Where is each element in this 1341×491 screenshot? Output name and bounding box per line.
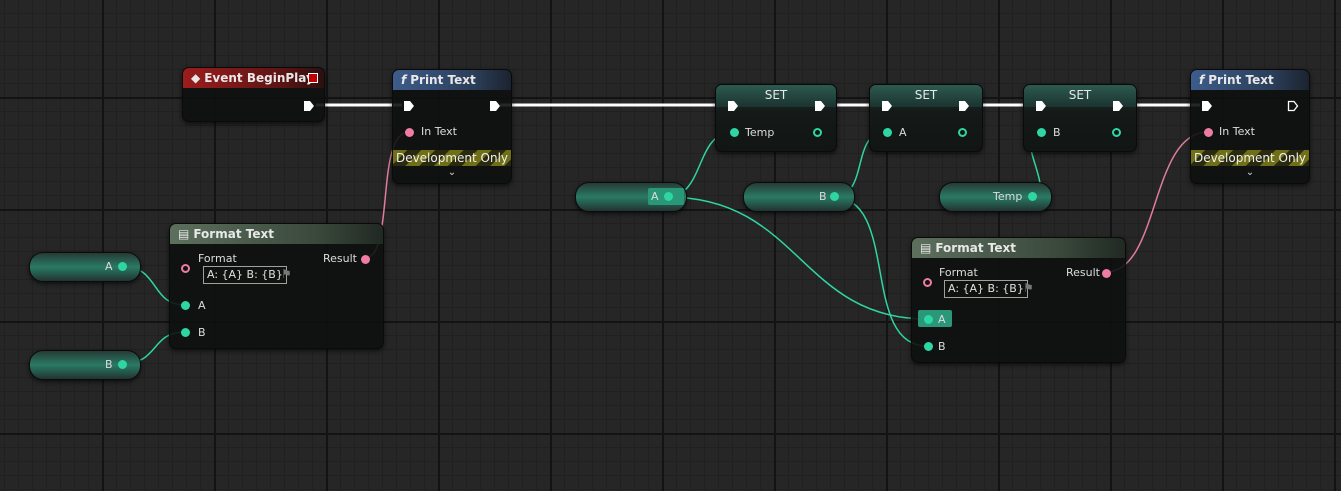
function-icon: f xyxy=(1199,73,1205,87)
temp-in-pin[interactable] xyxy=(730,128,739,137)
b-out-pin[interactable] xyxy=(1112,128,1121,137)
exec-out-pin[interactable] xyxy=(1112,100,1124,112)
b-pin[interactable] xyxy=(181,328,190,337)
get-b-node[interactable]: B xyxy=(29,350,141,380)
in-text-label: In Text xyxy=(421,125,457,138)
format-text-node-1[interactable]: ▤ Format Text Format A: {A} B: {B} ⚑ Resu… xyxy=(169,223,384,349)
format-label: Format xyxy=(198,252,237,265)
a-in-pin[interactable] xyxy=(883,128,892,137)
chevron-down-icon[interactable]: ⌄ xyxy=(1191,167,1309,178)
diamond-icon: ◆ xyxy=(191,71,201,85)
temp-label: Temp xyxy=(745,126,775,139)
result-label: Result xyxy=(1066,266,1100,279)
a-label: A xyxy=(198,299,206,312)
node-title: Print Text xyxy=(410,73,476,87)
in-text-label: In Text xyxy=(1219,125,1255,138)
var-label: A xyxy=(105,260,113,273)
node-title: Print Text xyxy=(1208,73,1274,87)
exec-out-pin[interactable] xyxy=(489,100,501,112)
a-label: A xyxy=(899,126,907,139)
development-only-strip: Development Only xyxy=(1191,150,1309,166)
a-out-pin[interactable] xyxy=(118,262,127,271)
flag-icon[interactable]: ⚑ xyxy=(281,267,292,281)
in-text-pin[interactable] xyxy=(1204,128,1213,137)
temp-out-pin[interactable] xyxy=(813,128,822,137)
b-label: B xyxy=(938,340,946,353)
var-label: B xyxy=(819,190,827,203)
a-pin[interactable] xyxy=(924,315,933,324)
b-label: B xyxy=(1053,126,1061,139)
get-a-node[interactable]: A xyxy=(29,252,141,282)
format-pin[interactable] xyxy=(923,278,932,287)
format-pin[interactable] xyxy=(181,264,190,273)
temp-out-pin[interactable] xyxy=(1028,192,1037,201)
table-icon: ▤ xyxy=(920,241,932,255)
result-label: Result xyxy=(323,252,357,265)
event-beginplay-node[interactable]: ◆ Event BeginPlay xyxy=(182,67,325,122)
set-temp-node[interactable]: SET Temp xyxy=(715,84,837,152)
exec-in-pin[interactable] xyxy=(727,100,739,112)
chevron-down-icon[interactable]: ⌄ xyxy=(393,167,511,178)
development-only-strip: Development Only xyxy=(393,150,511,166)
var-wire xyxy=(666,196,928,320)
b-label: B xyxy=(198,326,206,339)
format-input[interactable]: A: {A} B: {B} xyxy=(944,280,1028,298)
print-text-node-2[interactable]: f Print Text In Text Development Only ⌄ xyxy=(1190,69,1310,184)
exec-in-pin[interactable] xyxy=(403,100,415,112)
exec-out-pin[interactable] xyxy=(958,100,970,112)
get-b-node-mid[interactable]: B xyxy=(743,182,855,212)
var-label: Temp xyxy=(993,190,1023,203)
set-a-node[interactable]: SET A xyxy=(869,84,983,152)
b-out-pin[interactable] xyxy=(118,360,127,369)
exec-out-pin[interactable] xyxy=(814,100,826,112)
exec-in-pin[interactable] xyxy=(1035,100,1047,112)
node-title: Format Text xyxy=(193,227,274,241)
format-text-node-2[interactable]: ▤ Format Text Format A: {A} B: {B} ⚑ Resu… xyxy=(911,237,1126,363)
a-out-pin[interactable] xyxy=(664,192,673,201)
exec-in-pin[interactable] xyxy=(881,100,893,112)
in-text-pin[interactable] xyxy=(405,128,414,137)
get-temp-node[interactable]: Temp xyxy=(939,182,1052,212)
exec-out-pin[interactable] xyxy=(303,100,315,112)
format-input[interactable]: A: {A} B: {B} xyxy=(203,266,287,284)
print-text-node-1[interactable]: f Print Text In Text Development Only ⌄ xyxy=(392,69,512,184)
exec-out-pin[interactable] xyxy=(1287,100,1299,112)
exec-in-pin[interactable] xyxy=(1201,100,1213,112)
a-label: A xyxy=(938,313,946,326)
get-a-node-mid[interactable]: A xyxy=(575,182,687,212)
flag-icon[interactable]: ⚑ xyxy=(1023,281,1034,295)
format-label: Format xyxy=(939,266,978,279)
var-label: B xyxy=(105,358,113,371)
b-out-pin[interactable] xyxy=(830,192,839,201)
node-title: Format Text xyxy=(935,241,1016,255)
b-in-pin[interactable] xyxy=(1037,128,1046,137)
blueprint-graph[interactable]: ◆ Event BeginPlay f Print Text In Text Dev… xyxy=(0,0,1341,491)
result-pin[interactable] xyxy=(1102,269,1111,278)
var-label: A xyxy=(651,190,659,203)
table-icon: ▤ xyxy=(178,227,190,241)
node-title: Event BeginPlay xyxy=(204,71,314,85)
function-icon: f xyxy=(401,73,407,87)
result-pin[interactable] xyxy=(361,255,370,264)
a-out-pin[interactable] xyxy=(958,128,967,137)
set-b-node[interactable]: SET B xyxy=(1023,84,1137,152)
b-pin[interactable] xyxy=(924,342,933,351)
a-pin[interactable] xyxy=(181,301,190,310)
delegate-pin-icon[interactable] xyxy=(308,73,318,83)
